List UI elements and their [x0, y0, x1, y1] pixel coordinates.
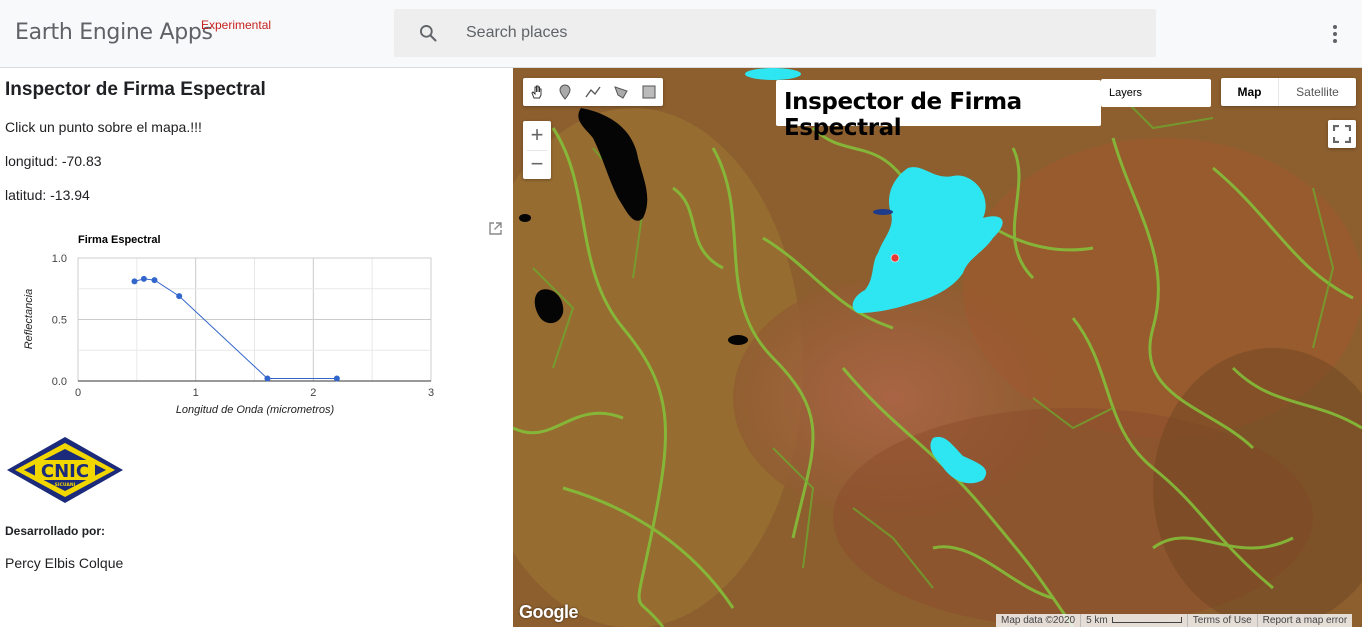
longitude-label: longitud: -70.83	[5, 153, 102, 169]
data-point	[151, 277, 158, 284]
rectangle-icon	[642, 85, 656, 99]
x-tick-label: 0	[75, 387, 81, 399]
report-error-link[interactable]: Report a map error	[1258, 615, 1352, 626]
x-tick-label: 1	[193, 387, 199, 399]
x-tick-label: 3	[428, 387, 434, 399]
map-type-map-button[interactable]: Map	[1221, 78, 1279, 106]
map-type-satellite-button[interactable]: Satellite	[1279, 78, 1356, 106]
chart-ticks: 0 1 2 3 0.0 0.5 1.0	[52, 253, 434, 399]
rectangle-tool[interactable]	[635, 78, 663, 106]
chart-x-label: Longitud de Onda (micrometros)	[176, 404, 335, 416]
polygon-tool[interactable]	[607, 78, 635, 106]
terms-link[interactable]: Terms of Use	[1188, 615, 1257, 626]
polyline-icon	[585, 86, 601, 98]
search-icon[interactable]	[418, 23, 438, 43]
latitude-label: latitud: -13.94	[5, 187, 90, 203]
pin-icon	[559, 84, 571, 100]
scale-control[interactable]: 5 km	[1081, 615, 1187, 626]
google-logo[interactable]: Google	[519, 602, 579, 623]
location-marker	[890, 253, 900, 263]
x-tick-label: 2	[310, 387, 316, 399]
line-tool[interactable]	[579, 78, 607, 106]
map-view[interactable]: + − Inspector de Firma Espectral Layers …	[513, 68, 1362, 627]
fullscreen-icon	[1333, 125, 1351, 143]
scale-bar	[1111, 617, 1182, 624]
spectral-chart: Firma Espectral 0 1 2 3 0.0 0.5 1.0 Longitud d…	[0, 226, 513, 426]
more-vert-icon[interactable]	[1326, 22, 1344, 46]
chart-series	[131, 275, 340, 382]
fullscreen-button[interactable]	[1328, 120, 1356, 148]
chart-title: Firma Espectral	[78, 234, 161, 246]
y-tick-label: 1.0	[52, 253, 67, 265]
map-footer: Map data ©2020 5 km Terms of Use Report …	[996, 614, 1353, 627]
layers-button[interactable]: Layers	[1101, 79, 1211, 107]
experimental-badge: Experimental	[201, 18, 272, 32]
search-input[interactable]	[466, 9, 1126, 57]
search-box	[394, 9, 1156, 57]
y-tick-label: 0.5	[52, 315, 67, 327]
map-title: Inspector de Firma Espectral	[784, 89, 1022, 141]
chart-y-label: Reflectancia	[23, 289, 35, 350]
map-type-control: Map Satellite	[1221, 78, 1356, 106]
chart-grid	[77, 257, 432, 382]
series-line	[134, 278, 337, 379]
marker-tool[interactable]	[551, 78, 579, 106]
pan-tool[interactable]	[523, 78, 551, 106]
data-point	[333, 375, 340, 382]
data-point	[176, 293, 183, 300]
y-tick-label: 0.0	[52, 376, 67, 388]
panel-title: Inspector de Firma Espectral	[5, 79, 266, 100]
instruction-text: Click un punto sobre el mapa.!!!	[5, 119, 202, 135]
satellite-imagery[interactable]	[513, 68, 1362, 627]
side-panel: Inspector de Firma Espectral Click un pu…	[0, 68, 513, 627]
map-data-attribution: Map data ©2020	[1001, 615, 1076, 626]
scale-label: 5 km	[1086, 615, 1108, 626]
svg-text:CNIC: CNIC	[41, 461, 89, 482]
developer-name: Percy Elbis Colque	[5, 555, 124, 571]
data-point	[264, 375, 271, 382]
top-app-bar: Earth Engine Apps Experimental	[0, 0, 1362, 68]
hand-icon	[531, 85, 542, 99]
zoom-out-button[interactable]: −	[523, 150, 551, 179]
zoom-in-button[interactable]: +	[523, 121, 551, 150]
chart-svg: Firma Espectral 0 1 2 3 0.0 0.5 1.0 Longitud d…	[23, 234, 434, 416]
polygon-icon	[614, 86, 628, 99]
svg-text:SICUANI: SICUANI	[55, 482, 76, 488]
developed-by-label: Desarrollado por:	[5, 524, 106, 538]
data-point	[131, 278, 138, 285]
cnic-logo: CNIC SICUANI	[7, 437, 123, 503]
zoom-control: + −	[523, 121, 551, 179]
data-point	[140, 275, 147, 282]
app-brand[interactable]: Earth Engine Apps	[15, 20, 213, 45]
drawing-toolbar	[523, 78, 663, 106]
map-title-box: Inspector de Firma Espectral	[776, 80, 1101, 141]
